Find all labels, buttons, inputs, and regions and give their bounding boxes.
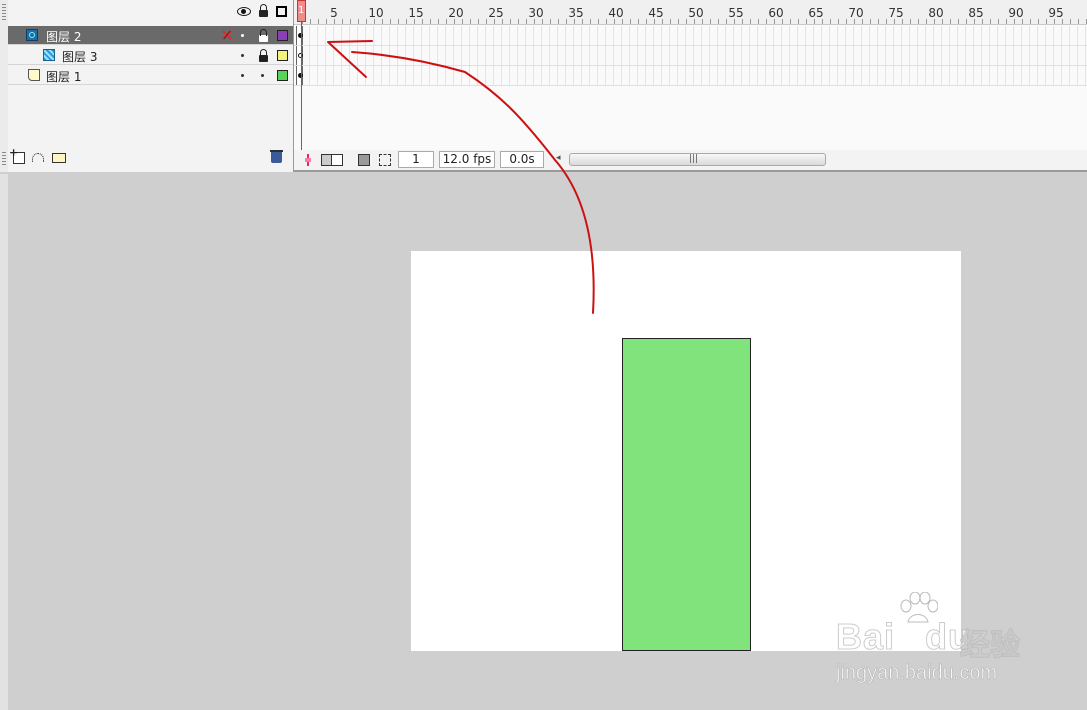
edit-multiple-frames-icon[interactable] [358, 154, 370, 166]
delete-layer-icon[interactable] [270, 150, 283, 163]
ruler-label: 85 [968, 6, 984, 20]
watermark-cn-text: 经验 [960, 628, 1021, 664]
center-frame-icon[interactable] [302, 154, 314, 166]
layer-name: 图层 2 [46, 30, 82, 44]
frame-row-normal[interactable] [294, 66, 1087, 86]
ruler-label: 65 [808, 6, 824, 20]
baidu-jingyan-watermark: Bai du 经验 jingyan.baidu.com [835, 592, 1036, 692]
timeline-status-bar: 1 12.0 fps 0.0s ◂ [294, 150, 1087, 170]
ruler-label: 75 [888, 6, 904, 20]
ruler-label: 5 [330, 6, 338, 20]
lock-icon[interactable] [259, 49, 268, 62]
ruler-label: 25 [488, 6, 504, 20]
guided-layer-icon [43, 49, 55, 61]
ruler-label: 15 [408, 6, 424, 20]
outline-all-icon[interactable] [276, 6, 287, 17]
frame-row-guide[interactable] [294, 26, 1087, 46]
watermark-logo: Bai du [835, 616, 972, 658]
lock-icon[interactable] [259, 29, 268, 42]
lock-dot[interactable] [261, 74, 264, 77]
playhead-line [301, 22, 302, 150]
normal-layer-icon [28, 69, 40, 81]
scrollbar-grip[interactable] [690, 154, 699, 163]
layer-tools [8, 146, 293, 170]
ruler-label: 70 [848, 6, 864, 20]
insert-layer-icon[interactable] [9, 146, 25, 164]
pencil-disabled-icon [222, 30, 232, 40]
visibility-dot[interactable] [241, 34, 244, 37]
panel-gripper[interactable] [0, 0, 8, 172]
ruler-label: 50 [688, 6, 704, 20]
ruler-label: 90 [1008, 6, 1024, 20]
show-hide-all-eye-icon[interactable] [237, 7, 251, 16]
playhead-label: 1 [298, 5, 305, 16]
frame-ruler[interactable]: 5 10 15 20 25 30 35 40 45 50 55 60 65 70… [294, 0, 1087, 25]
current-frame-field[interactable]: 1 [398, 151, 434, 168]
ruler-label: 95 [1048, 6, 1064, 20]
frame-row-guided[interactable] [294, 46, 1087, 66]
ruler-label: 35 [568, 6, 584, 20]
watermark-url: jingyan.baidu.com [836, 662, 998, 685]
ruler-label: 10 [368, 6, 384, 20]
layer-name: 图层 1 [46, 70, 82, 84]
ruler-label: 30 [528, 6, 544, 20]
frames-pane: 5 10 15 20 25 30 35 40 45 50 55 60 65 70… [294, 0, 1087, 150]
ruler-label: 45 [648, 6, 664, 20]
layer-name: 图层 3 [62, 50, 98, 64]
elapsed-time-field: 0.0s [500, 151, 544, 168]
add-motion-guide-icon[interactable] [32, 152, 44, 164]
modify-onion-markers-icon[interactable] [379, 154, 391, 166]
insert-folder-icon[interactable] [52, 153, 66, 163]
layers-pane: 图层 2 图层 3 图层 1 [8, 0, 294, 172]
visibility-dot[interactable] [241, 74, 244, 77]
outline-color-box[interactable] [277, 70, 288, 81]
layer-row-normal[interactable]: 图层 1 [8, 66, 293, 85]
frame-rate-field[interactable]: 12.0 fps [439, 151, 495, 168]
ruler-label: 80 [928, 6, 944, 20]
layer-row-guide[interactable]: 图层 2 [8, 26, 293, 45]
ruler-label: 60 [768, 6, 784, 20]
scroll-left-arrow-icon[interactable]: ◂ [556, 153, 561, 163]
onion-skin-outlines-icon[interactable] [331, 154, 343, 166]
lock-all-icon[interactable] [259, 4, 268, 17]
ruler-label: 55 [728, 6, 744, 20]
ruler-label: 40 [608, 6, 624, 20]
outline-color-box[interactable] [277, 30, 288, 41]
timeline-panel: 图层 2 图层 3 图层 1 + 5 10 15 20 25 30 35 40 … [0, 0, 1087, 172]
ruler-label: 20 [448, 6, 464, 20]
layer-row-guided[interactable]: 图层 3 [8, 46, 293, 65]
visibility-dot[interactable] [241, 54, 244, 57]
outline-color-box[interactable] [277, 50, 288, 61]
guide-layer-icon [26, 29, 38, 41]
green-rectangle-shape[interactable] [622, 338, 751, 651]
